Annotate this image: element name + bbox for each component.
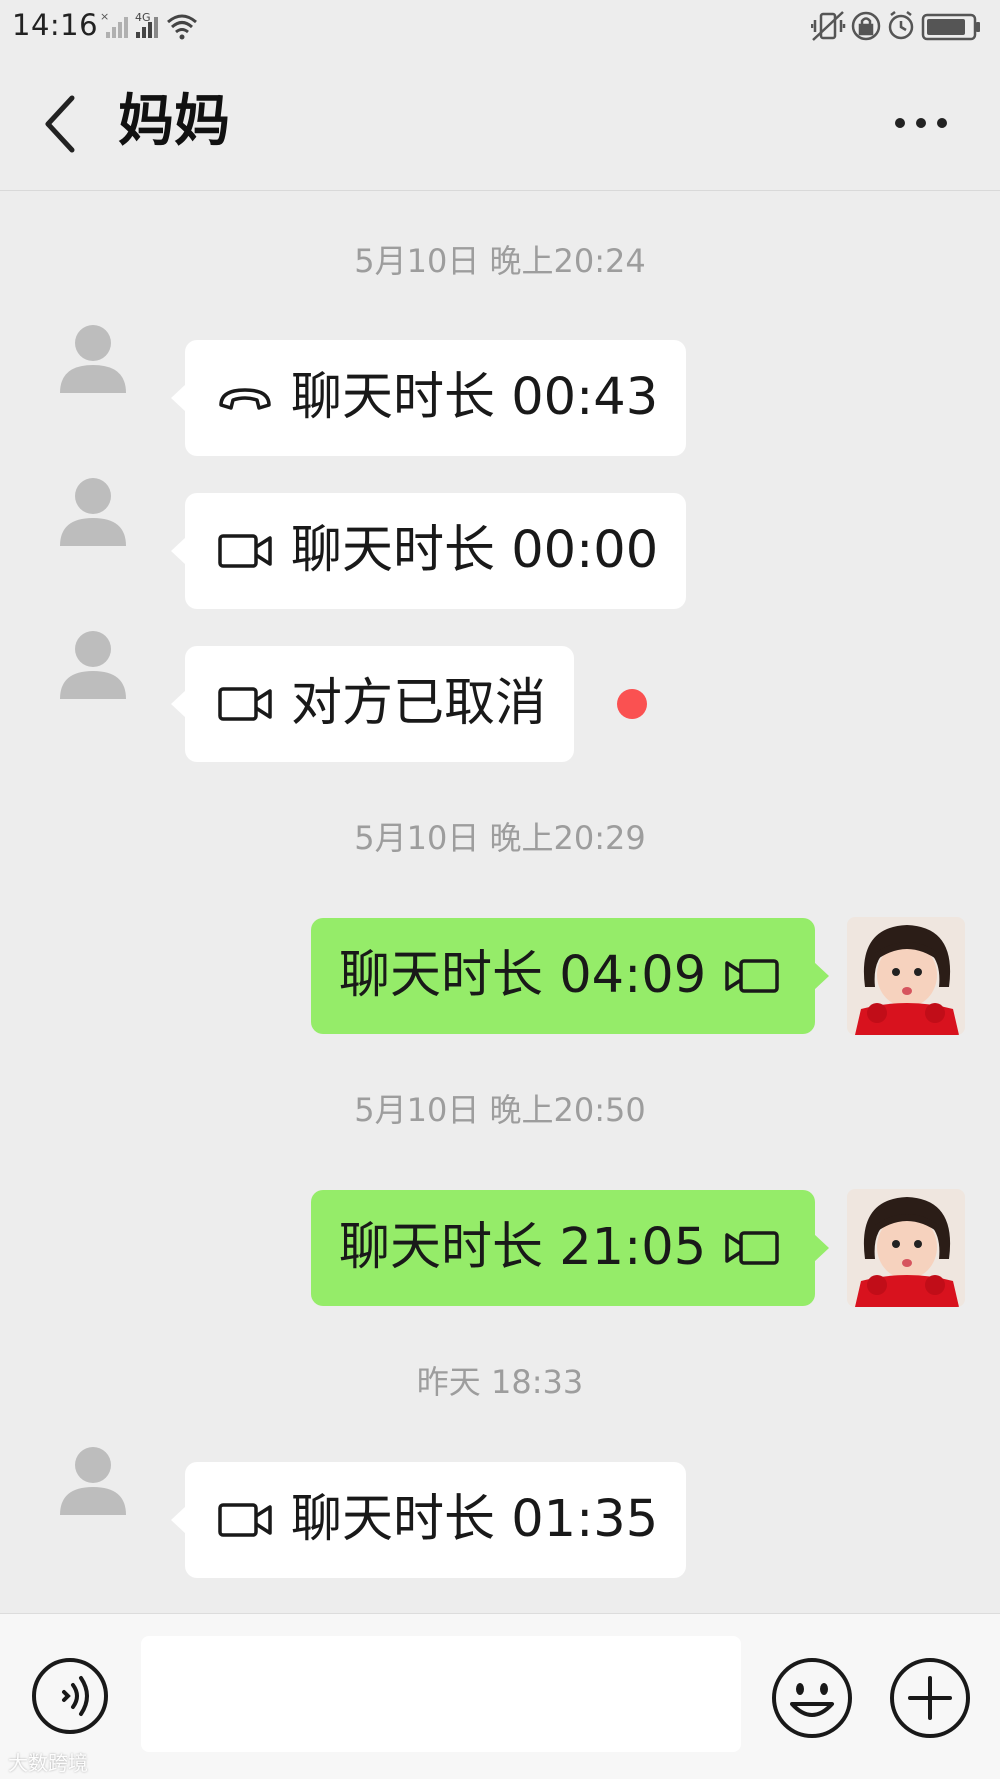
call-duration-text: 聊天时长 00:00 [291,521,659,580]
call-duration-text: 聊天时长 04:09 [339,946,707,1005]
call-record-bubble[interactable]: 聊天时长 01:35 [170,1462,687,1578]
video-call-icon [218,1503,272,1537]
contact-avatar[interactable] [60,323,126,393]
video-call-icon [218,687,272,721]
message-timestamp: 5月10日 晚上20:29 [354,819,646,857]
call-record-bubble[interactable]: 聊天时长 04:09 [311,918,829,1034]
call-duration-text: 聊天时长 21:05 [339,1218,707,1277]
video-call-icon [218,534,272,568]
lock-rotation-icon [851,11,881,41]
contact-avatar[interactable] [60,476,126,546]
message-timestamp: 5月10日 晚上20:24 [354,242,646,280]
call-duration-text: 聊天时长 00:43 [291,368,659,427]
alarm-icon [888,11,914,40]
call-record-bubble[interactable]: 聊天时长 00:00 [170,493,687,609]
call-status-text: 对方已取消 [291,674,547,733]
more-dots-icon[interactable] [894,108,948,138]
voice-call-icon [219,388,271,410]
video-call-icon [725,959,779,993]
wifi-icon [167,14,197,34]
contact-avatar[interactable] [60,629,126,699]
call-duration-text: 聊天时长 01:35 [291,1490,659,1549]
user-avatar[interactable] [847,1189,965,1307]
system-icons [811,11,980,41]
svg-text:×: × [100,10,109,23]
signal-icon: × 4G [100,10,197,40]
watermark: 大数跨境 [8,1751,88,1775]
chat-title: 妈妈 [118,89,230,154]
unread-dot [617,689,647,719]
user-avatar[interactable] [847,917,965,1035]
message-list[interactable]: 5月10日 晚上20:24 聊天时长 00:43 聊天时长 00:00 对方已取… [0,191,1000,1611]
message-timestamp: 5月10日 晚上20:50 [354,1091,646,1129]
call-record-bubble[interactable]: 对方已取消 [170,646,575,762]
battery-icon [921,13,980,41]
message-input[interactable] [141,1636,741,1752]
input-bar [0,1613,1000,1779]
contact-avatar[interactable] [60,1445,126,1515]
chevron-left-icon[interactable] [40,94,80,154]
chat-header: 妈妈 [0,52,1000,191]
status-time: 14:16 [12,8,99,42]
status-bar: 14:16 × 4G [0,0,1000,52]
call-record-bubble[interactable]: 聊天时长 00:43 [170,340,687,456]
vibrate-icon [811,11,846,41]
call-record-bubble[interactable]: 聊天时长 21:05 [311,1190,829,1306]
message-timestamp: 昨天 18:33 [416,1363,584,1401]
voice-input-icon[interactable] [30,1656,110,1736]
plus-icon[interactable] [888,1656,972,1740]
video-call-icon [725,1231,779,1265]
emoji-icon[interactable] [770,1656,854,1740]
